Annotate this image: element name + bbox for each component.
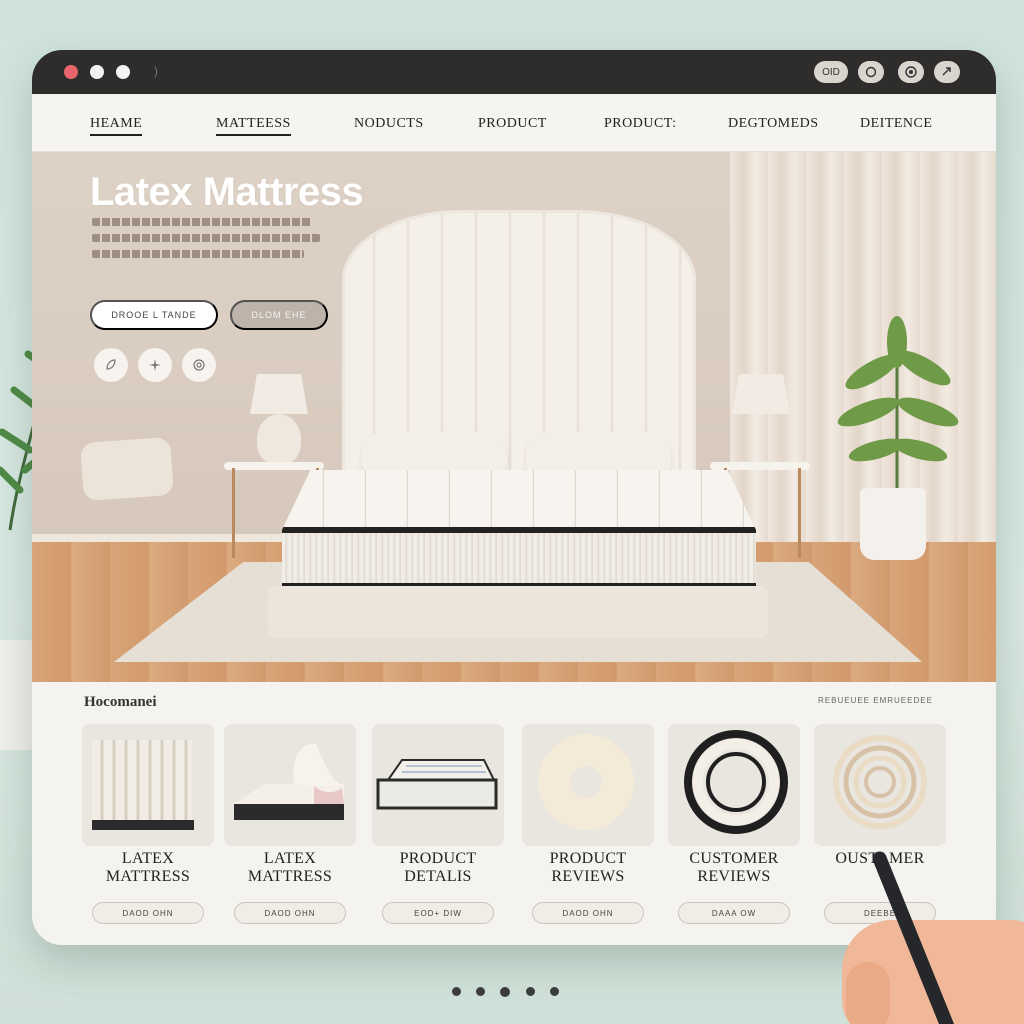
minimize-window-button[interactable]: [90, 65, 104, 79]
pager-dot-4[interactable]: [526, 987, 535, 996]
nightstand-right-leg-2: [798, 468, 801, 558]
nav-item-products[interactable]: NODUCTS: [354, 116, 424, 132]
lamp-right-shade: [732, 374, 790, 414]
mattress-icon: [376, 759, 498, 810]
nav-item-difference[interactable]: DEITENCE: [860, 116, 932, 132]
mattress-side: [282, 530, 756, 586]
product-card-1[interactable]: LATEX MATTRESS DAOD OHN: [82, 724, 214, 924]
hero-banner: Latex Mattress DROOE L TANDE DLOM EHE: [32, 152, 996, 682]
product-card-5[interactable]: CUSTOMER REVIEWS DAAA OW: [668, 724, 800, 924]
product-section: Hocomanei REBUEUEE EMRUEEDEE LATEX MATTRE…: [32, 682, 996, 945]
card-label: PRODUCT DETALIS: [399, 850, 477, 885]
title-bar: ) OID: [32, 50, 996, 94]
pillow-left: [362, 432, 507, 474]
hand-finger: [846, 962, 890, 1024]
mattress-top: [282, 470, 756, 530]
main-navigation: HEAME MATTEESS NODUCTS PRODUCT PRODUCT: …: [32, 94, 996, 152]
lamp-left-base: [257, 414, 301, 464]
sparkle-icon: [149, 359, 161, 371]
card-shop-button[interactable]: DAOD OHN: [92, 902, 204, 924]
close-window-button[interactable]: [64, 65, 78, 79]
nightstand-left-leg: [232, 468, 235, 558]
layered-foam-icon: [92, 740, 194, 830]
titlebar-toggle-button[interactable]: OID: [814, 61, 848, 83]
feature-button-1[interactable]: [94, 348, 128, 382]
lamp-left-shade: [250, 374, 308, 414]
refresh-icon: [865, 66, 877, 78]
planter-right: [860, 488, 926, 560]
card-reviews-button[interactable]: DAAA OW: [678, 902, 790, 924]
feature-button-3[interactable]: [182, 348, 216, 382]
share-icon: [942, 67, 951, 76]
card-image: [82, 724, 214, 846]
card-image: [668, 724, 800, 846]
record-icon: [905, 66, 917, 78]
pillow-right: [526, 432, 671, 474]
product-card-4[interactable]: PRODUCT REVIEWS DAOD OHN: [522, 724, 654, 924]
potted-plant-right: [837, 316, 959, 492]
pager-dot-5[interactable]: [550, 987, 559, 996]
carousel-pager: [452, 987, 564, 997]
card-image: [522, 724, 654, 846]
foam-ring-icon: [538, 734, 634, 830]
section-title: Hocomanei: [84, 694, 157, 710]
card-label: LATEX MATTRESS: [105, 850, 191, 885]
product-card-2[interactable]: LATEX MATTRESS DAOD OHN: [224, 724, 356, 924]
card-label: CUSTOMER REVIEWS: [689, 850, 779, 885]
section-view-all-link[interactable]: REBUEUEE EMRUEEDEE: [818, 696, 933, 705]
nav-item-product-2[interactable]: PRODUCT:: [604, 116, 677, 132]
card-image: [372, 724, 504, 846]
card-label: LATEX MATTRESS: [247, 850, 333, 885]
product-card-3[interactable]: PRODUCT DETALIS EOD+ DIW: [372, 724, 504, 924]
hero-secondary-button[interactable]: DLOM EHE: [230, 300, 328, 330]
card-details-button[interactable]: EOD+ DIW: [382, 902, 494, 924]
pager-dot-3-active[interactable]: [500, 987, 510, 997]
card-shop-button[interactable]: DAOD OHN: [532, 902, 644, 924]
hero-title: Latex Mattress: [90, 170, 364, 214]
hero-primary-button[interactable]: DROOE L TANDE: [90, 300, 218, 330]
nightstand-left: [224, 462, 324, 470]
card-image: [224, 724, 356, 846]
maximize-window-button[interactable]: [116, 65, 130, 79]
nav-item-home[interactable]: HEAME: [90, 116, 143, 136]
pager-dot-2[interactable]: [476, 987, 485, 996]
swirl-icon: [193, 359, 205, 371]
browser-window: ) OID HEAME MATTEESS NODUCTS PRODUCT PRO…: [32, 50, 996, 945]
nav-item-mattress[interactable]: MATTEESS: [216, 116, 291, 136]
card-image: [814, 724, 946, 846]
leaf-icon: [106, 359, 116, 370]
titlebar-circle-button-3[interactable]: [934, 61, 960, 83]
black-ring-icon: [684, 730, 788, 834]
nav-item-product[interactable]: PRODUCT: [478, 116, 547, 132]
hero-description-placeholder: [92, 218, 322, 266]
feature-button-2[interactable]: [138, 348, 172, 382]
titlebar-circle-button-2[interactable]: [898, 61, 924, 83]
titlebar-glyph: ): [154, 64, 158, 78]
pager-dot-1[interactable]: [452, 987, 461, 996]
card-shop-button[interactable]: DAOD OHN: [234, 902, 346, 924]
spiral-icon: [833, 735, 927, 829]
nav-item-customers[interactable]: DEGTOMEDS: [728, 116, 819, 132]
bed-base: [268, 586, 768, 638]
titlebar-circle-button-1[interactable]: [858, 61, 884, 83]
folded-mattress-icon: [234, 743, 344, 820]
wall-cushion: [80, 436, 174, 502]
card-label: PRODUCT REVIEWS: [549, 850, 627, 885]
